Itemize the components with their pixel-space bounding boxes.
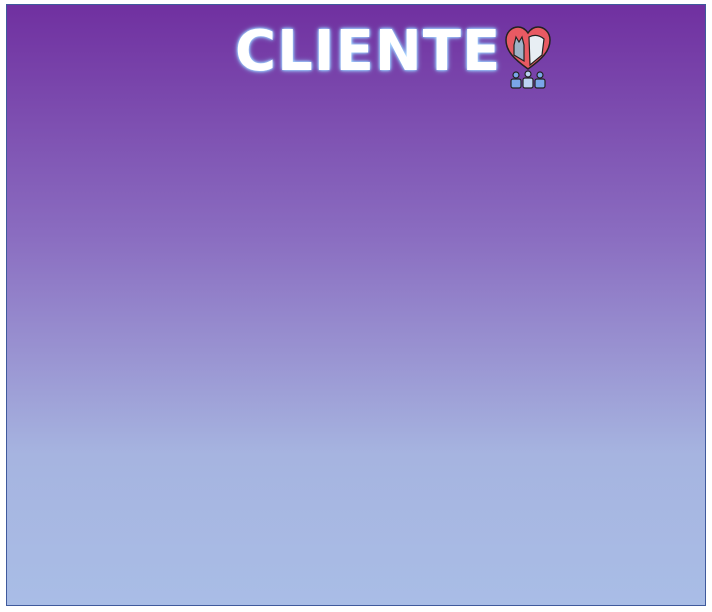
heart-pets-people-icon: [505, 26, 551, 89]
cliente-panel: CLIENTE: [6, 4, 706, 606]
page-title: CLIENTE: [235, 19, 502, 84]
